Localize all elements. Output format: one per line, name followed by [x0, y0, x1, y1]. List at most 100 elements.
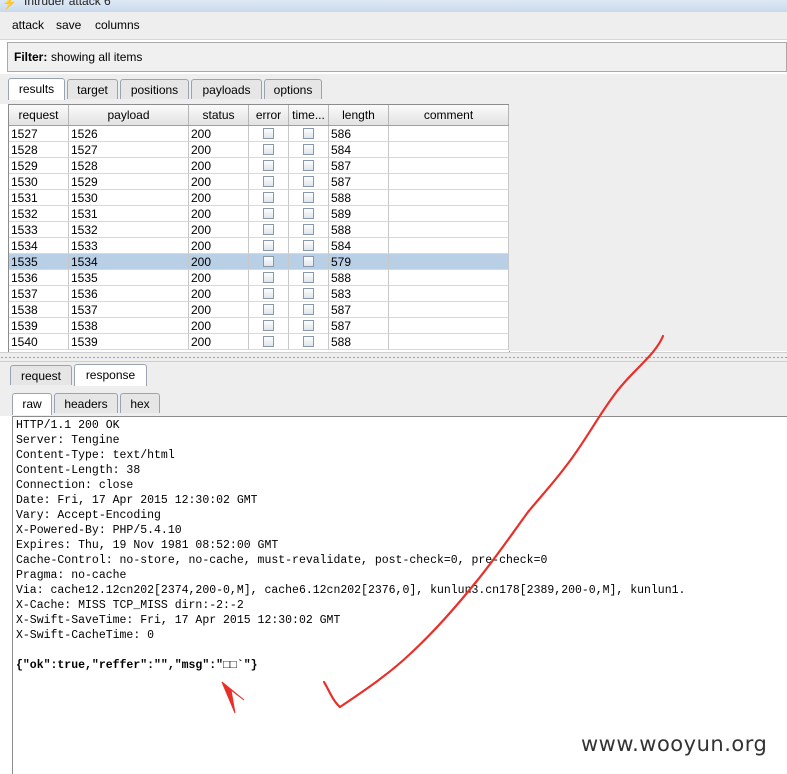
timeout-checkbox[interactable]	[303, 192, 314, 203]
cell-timeout	[289, 126, 329, 142]
table-header: request payload status error time... len…	[9, 105, 509, 126]
cell-payload: 1527	[69, 142, 189, 158]
timeout-checkbox[interactable]	[303, 320, 314, 331]
cell-payload: 1538	[69, 318, 189, 334]
error-checkbox[interactable]	[263, 320, 274, 331]
cell-payload: 1531	[69, 206, 189, 222]
timeout-checkbox[interactable]	[303, 176, 314, 187]
tab-response[interactable]: response	[74, 364, 147, 386]
table-row[interactable]: 1536 1535 200 588	[9, 270, 509, 286]
timeout-checkbox[interactable]	[303, 304, 314, 315]
timeout-checkbox[interactable]	[303, 128, 314, 139]
cell-error	[249, 174, 289, 190]
cell-status: 200	[189, 142, 249, 158]
cell-request: 1537	[9, 286, 69, 302]
table-row[interactable]: 1535 1534 200 579	[9, 254, 509, 270]
error-checkbox[interactable]	[263, 288, 274, 299]
error-checkbox[interactable]	[263, 224, 274, 235]
error-checkbox[interactable]	[263, 192, 274, 203]
cell-timeout	[289, 318, 329, 334]
cell-comment	[389, 286, 509, 302]
menu-attack[interactable]: attack	[12, 18, 44, 32]
error-checkbox[interactable]	[263, 160, 274, 171]
tab-hex[interactable]: hex	[120, 393, 160, 413]
cell-length: 587	[329, 158, 389, 174]
cell-request: 1532	[9, 206, 69, 222]
response-line: X-Swift-SaveTime: Fri, 17 Apr 2015 12:30…	[16, 614, 341, 627]
cell-status: 200	[189, 302, 249, 318]
filter-bar[interactable]: Filter: showing all items	[7, 42, 787, 72]
cell-payload: 1534	[69, 254, 189, 270]
response-viewer[interactable]: HTTP/1.1 200 OK Server: Tengine Content-Ty…	[12, 416, 787, 774]
table-row[interactable]: 1532 1531 200 589	[9, 206, 509, 222]
table-row[interactable]: 1537 1536 200 583	[9, 286, 509, 302]
cell-comment	[389, 222, 509, 238]
timeout-checkbox[interactable]	[303, 336, 314, 347]
column-header-request[interactable]: request	[9, 105, 69, 125]
cell-payload: 1528	[69, 158, 189, 174]
timeout-checkbox[interactable]	[303, 288, 314, 299]
table-row[interactable]: 1540 1539 200 588	[9, 334, 509, 350]
error-checkbox[interactable]	[263, 336, 274, 347]
tab-payloads[interactable]: payloads	[191, 79, 262, 99]
menu-save[interactable]: save	[56, 18, 81, 32]
error-checkbox[interactable]	[263, 240, 274, 251]
error-checkbox[interactable]	[263, 256, 274, 267]
timeout-checkbox[interactable]	[303, 144, 314, 155]
cell-payload: 1535	[69, 270, 189, 286]
cell-status: 200	[189, 286, 249, 302]
column-header-timeout[interactable]: time...	[289, 105, 329, 125]
tab-results[interactable]: results	[8, 78, 65, 100]
cell-error	[249, 222, 289, 238]
table-row[interactable]: 1531 1530 200 588	[9, 190, 509, 206]
cell-length: 583	[329, 286, 389, 302]
table-row[interactable]: 1533 1532 200 588	[9, 222, 509, 238]
table-row[interactable]: 1530 1529 200 587	[9, 174, 509, 190]
response-line: Pragma: no-cache	[16, 569, 127, 582]
error-checkbox[interactable]	[263, 304, 274, 315]
table-row[interactable]: 1538 1537 200 587	[9, 302, 509, 318]
timeout-checkbox[interactable]	[303, 224, 314, 235]
table-row[interactable]: 1534 1533 200 584	[9, 238, 509, 254]
table-row[interactable]: 1539 1538 200 587	[9, 318, 509, 334]
cell-timeout	[289, 158, 329, 174]
timeout-checkbox[interactable]	[303, 240, 314, 251]
reqresp-tabstrip: request response	[0, 362, 787, 389]
error-checkbox[interactable]	[263, 272, 274, 283]
cell-request: 1533	[9, 222, 69, 238]
error-checkbox[interactable]	[263, 208, 274, 219]
error-checkbox[interactable]	[263, 144, 274, 155]
cell-comment	[389, 254, 509, 270]
column-header-error[interactable]: error	[249, 105, 289, 125]
tab-request[interactable]: request	[10, 365, 72, 385]
error-checkbox[interactable]	[263, 176, 274, 187]
table-row[interactable]: 1529 1528 200 587	[9, 158, 509, 174]
column-header-payload[interactable]: payload	[69, 105, 189, 125]
cell-status: 200	[189, 206, 249, 222]
split-pane-divider[interactable]	[0, 352, 787, 362]
timeout-checkbox[interactable]	[303, 160, 314, 171]
cell-timeout	[289, 286, 329, 302]
table-row[interactable]: 1527 1526 200 586	[9, 126, 509, 142]
column-header-status[interactable]: status	[189, 105, 249, 125]
cell-payload: 1530	[69, 190, 189, 206]
timeout-checkbox[interactable]	[303, 208, 314, 219]
tab-options[interactable]: options	[264, 79, 322, 99]
cell-length: 588	[329, 190, 389, 206]
timeout-checkbox[interactable]	[303, 272, 314, 283]
splitter-grip[interactable]	[0, 356, 787, 359]
menu-columns[interactable]: columns	[95, 18, 140, 32]
tab-headers[interactable]: headers	[54, 393, 118, 413]
column-header-comment[interactable]: comment	[389, 105, 509, 125]
error-checkbox[interactable]	[263, 128, 274, 139]
cell-timeout	[289, 238, 329, 254]
timeout-checkbox[interactable]	[303, 256, 314, 267]
cell-length: 589	[329, 206, 389, 222]
tab-raw[interactable]: raw	[12, 393, 52, 415]
tab-positions[interactable]: positions	[120, 79, 189, 99]
window-titlebar: ⚡ Intruder attack 6	[0, 0, 787, 12]
tab-target[interactable]: target	[67, 79, 118, 99]
table-row[interactable]: 1528 1527 200 584	[9, 142, 509, 158]
column-header-length[interactable]: length	[329, 105, 389, 125]
results-table[interactable]: request payload status error time... len…	[8, 104, 510, 353]
